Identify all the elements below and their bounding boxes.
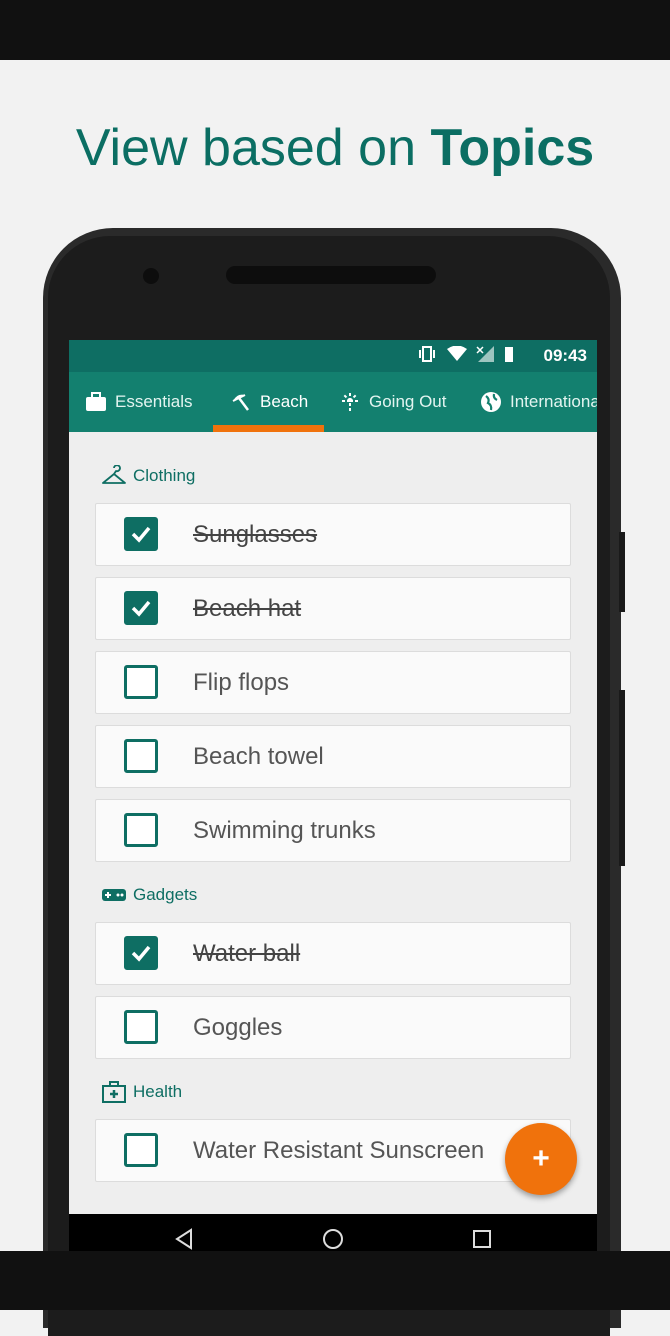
wifi-icon xyxy=(446,345,467,361)
tab-label: Going Out xyxy=(369,392,447,411)
first-aid-kit-icon xyxy=(102,1081,126,1103)
checkbox-checked[interactable] xyxy=(124,517,158,551)
active-tab-indicator xyxy=(213,425,324,432)
phone-screen: 09:43 Essentials Beach Going Out Interna… xyxy=(69,340,597,1251)
globe-icon xyxy=(481,392,501,412)
list-item[interactable]: Swimming trunks xyxy=(95,799,571,862)
phone-speaker xyxy=(226,266,436,284)
section-title: Health xyxy=(133,1082,183,1101)
headline-bold: Topics xyxy=(430,119,595,177)
tab-label: International xyxy=(510,392,597,411)
tab-international[interactable]: International xyxy=(480,372,597,432)
item-label: Sunglasses xyxy=(193,521,318,548)
item-label: Goggles xyxy=(193,1014,283,1041)
top-black-bar xyxy=(0,0,670,60)
bottom-black-bar xyxy=(0,1251,670,1310)
back-icon[interactable] xyxy=(173,1228,195,1250)
tab-label: Beach xyxy=(260,392,309,411)
list-item[interactable]: Beach hat xyxy=(95,577,571,640)
volume-button xyxy=(619,690,625,866)
add-item-fab[interactable]: + xyxy=(505,1123,577,1195)
android-nav-bar xyxy=(69,1214,597,1251)
fireworks-icon xyxy=(342,393,358,411)
list-item[interactable]: Water ball xyxy=(95,922,571,985)
hanger-icon xyxy=(102,465,126,484)
fab-plus-icon: + xyxy=(532,1142,550,1175)
tab-essentials[interactable]: Essentials xyxy=(85,372,192,432)
item-label: Water ball xyxy=(193,940,301,967)
item-label: Beach towel xyxy=(193,743,324,770)
checkbox-unchecked[interactable] xyxy=(124,1010,158,1044)
tab-beach[interactable]: Beach xyxy=(230,372,308,432)
check-icon xyxy=(131,945,151,962)
list-item[interactable]: Flip flops xyxy=(95,651,571,714)
tab-label: Essentials xyxy=(115,392,193,411)
list-item[interactable]: Goggles xyxy=(95,996,571,1059)
checkbox-unchecked[interactable] xyxy=(124,1133,158,1167)
topic-tabs: Essentials Beach Going Out International xyxy=(69,372,597,432)
checkbox-checked[interactable] xyxy=(124,591,158,625)
section-header-clothing: Clothing xyxy=(101,464,195,488)
section-header-gadgets: Gadgets xyxy=(101,883,197,907)
vibrate-icon xyxy=(419,346,436,362)
checkbox-unchecked[interactable] xyxy=(124,665,158,699)
item-label: Swimming trunks xyxy=(193,817,376,844)
list-item[interactable]: Beach towel xyxy=(95,725,571,788)
home-icon[interactable] xyxy=(322,1228,344,1250)
status-bar: 09:43 xyxy=(69,340,597,372)
item-label: Beach hat xyxy=(193,595,302,622)
power-button xyxy=(619,532,625,612)
phone-camera xyxy=(143,268,159,284)
item-label: Water Resistant Sunscreen xyxy=(193,1137,485,1164)
briefcase-icon xyxy=(86,392,106,411)
status-time: 09:43 xyxy=(543,346,587,365)
battery-icon xyxy=(505,347,513,362)
gamepad-icon xyxy=(102,889,126,901)
section-title: Clothing xyxy=(133,466,196,485)
list-item[interactable]: Water Resistant Sunscreen xyxy=(95,1119,571,1182)
checkbox-unchecked[interactable] xyxy=(124,739,158,773)
tab-going-out[interactable]: Going Out xyxy=(339,372,447,432)
checkbox-checked[interactable] xyxy=(124,936,158,970)
beach-umbrella-icon xyxy=(232,394,249,411)
promo-headline: View based on Topics xyxy=(0,118,670,178)
item-label: Flip flops xyxy=(193,669,290,696)
headline-normal: View based on xyxy=(75,119,431,177)
section-title: Gadgets xyxy=(133,885,198,904)
signal-icon xyxy=(476,346,494,362)
list-item[interactable]: Sunglasses xyxy=(95,503,571,566)
check-icon xyxy=(131,526,151,543)
checkbox-unchecked[interactable] xyxy=(124,813,158,847)
section-header-health: Health xyxy=(101,1080,182,1104)
check-icon xyxy=(131,600,151,617)
recents-icon[interactable] xyxy=(471,1228,493,1250)
status-icons xyxy=(417,345,515,366)
